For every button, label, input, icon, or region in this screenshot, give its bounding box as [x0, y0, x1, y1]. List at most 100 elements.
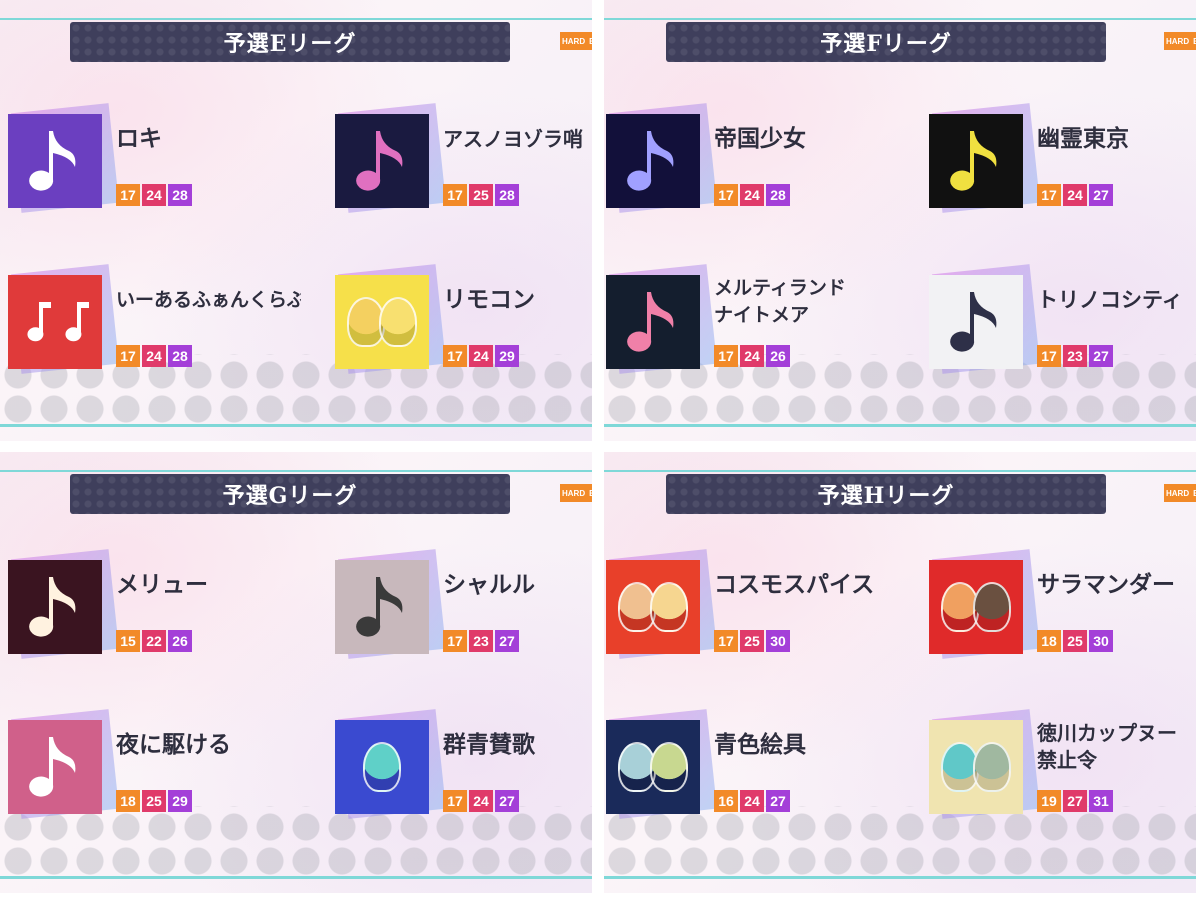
music-note-icon — [627, 292, 674, 352]
level-hard: 17 — [714, 345, 738, 367]
level-master: 27 — [1089, 345, 1113, 367]
song-title: リモコン — [443, 287, 535, 313]
song-title: 青色絵具 — [714, 732, 806, 758]
song-card[interactable]: トリノコシティ 17 23 27 — [929, 264, 1196, 385]
song-jacket — [929, 720, 1023, 814]
level-master: 27 — [1089, 184, 1113, 206]
music-note-icon — [29, 131, 76, 191]
song-jacket — [8, 275, 102, 369]
level-badges: 17 24 28 — [116, 184, 192, 206]
song-card[interactable]: リモコン 17 24 29 — [335, 264, 592, 385]
character-avatar — [363, 742, 401, 792]
difficulty-tag: HARD E — [560, 484, 592, 502]
song-card[interactable]: 青色絵具 16 24 27 — [606, 709, 876, 830]
league-title: 予選Gリーグ — [70, 474, 510, 514]
level-expert: 24 — [469, 790, 493, 812]
level-badges: 17 25 28 — [443, 184, 519, 206]
song-jacket — [8, 114, 102, 208]
song-jacket — [8, 720, 102, 814]
level-hard: 16 — [714, 790, 738, 812]
song-jacket — [606, 114, 700, 208]
song-title: アスノヨゾラ哨 — [443, 127, 583, 151]
difficulty-tag: HARD E — [1164, 32, 1196, 50]
level-hard: 17 — [443, 630, 467, 652]
league-title: 予選Fリーグ — [666, 22, 1106, 62]
level-hard: 18 — [1037, 630, 1061, 652]
level-hard: 17 — [1037, 345, 1061, 367]
song-jacket — [606, 560, 700, 654]
level-badges: 17 24 27 — [443, 790, 519, 812]
song-card[interactable]: コスモスパイス 17 25 30 — [606, 549, 876, 670]
song-title: 幽霊東京 — [1037, 126, 1129, 152]
level-expert: 25 — [469, 184, 493, 206]
song-card[interactable]: 群青賛歌 17 24 27 — [335, 709, 592, 830]
song-card[interactable]: 幽霊東京 17 24 27 — [929, 103, 1196, 224]
level-hard: 17 — [443, 790, 467, 812]
level-expert: 24 — [1063, 184, 1087, 206]
level-master: 31 — [1089, 790, 1113, 812]
song-title: メルティランド ナイトメア — [714, 277, 846, 326]
level-expert: 24 — [469, 345, 493, 367]
character-avatar — [379, 297, 417, 347]
level-expert: 25 — [142, 790, 166, 812]
level-master: 28 — [495, 184, 519, 206]
level-hard: 17 — [714, 630, 738, 652]
level-expert: 24 — [740, 790, 764, 812]
song-jacket — [606, 720, 700, 814]
level-master: 30 — [1089, 630, 1113, 652]
music-notes-icon — [27, 302, 89, 342]
bottom-accent-line — [604, 424, 1196, 427]
song-title: コスモスパイス — [714, 572, 875, 598]
song-card[interactable]: アスノヨゾラ哨 17 25 28 — [335, 103, 592, 224]
song-card[interactable]: いーあるふぁんくらぶ 17 24 28 — [8, 264, 301, 385]
level-expert: 24 — [142, 184, 166, 206]
song-title: サラマンダー — [1037, 572, 1175, 598]
song-card[interactable]: シャルル 17 23 27 — [335, 549, 592, 670]
song-jacket — [606, 275, 700, 369]
song-title: 群青賛歌 — [443, 732, 535, 758]
league-panel-g: 予選Gリーグ HARD E メリュー 15 22 26 シャルル 17 23 27… — [0, 452, 592, 893]
league-panel-h: 予選Hリーグ HARD E コスモスパイス 17 25 30 サラマンダー 18 … — [604, 452, 1196, 893]
level-badges: 17 24 29 — [443, 345, 519, 367]
level-expert: 27 — [1063, 790, 1087, 812]
level-expert: 23 — [469, 630, 493, 652]
song-title: トリノコシティ — [1037, 288, 1183, 312]
bottom-accent-line — [604, 876, 1196, 879]
level-badges: 17 23 27 — [1037, 345, 1113, 367]
song-card[interactable]: ロキ 17 24 28 — [8, 103, 278, 224]
song-title: いーあるふぁんくらぶ — [116, 289, 301, 311]
music-note-icon — [29, 737, 76, 797]
level-badges: 17 25 30 — [714, 630, 790, 652]
level-master: 26 — [168, 630, 192, 652]
level-badges: 16 24 27 — [714, 790, 790, 812]
character-avatar — [973, 742, 1011, 792]
song-title: メリュー — [116, 572, 208, 598]
song-jacket — [335, 720, 429, 814]
level-master: 27 — [495, 790, 519, 812]
music-note-icon — [950, 131, 997, 191]
league-title: 予選Eリーグ — [70, 22, 510, 62]
song-card[interactable]: 帝国少女 17 24 28 — [606, 103, 876, 224]
song-title: ロキ — [116, 126, 162, 152]
level-master: 26 — [766, 345, 790, 367]
difficulty-tag: HARD E — [1164, 484, 1196, 502]
level-master: 27 — [766, 790, 790, 812]
level-badges: 17 23 27 — [443, 630, 519, 652]
level-hard: 17 — [116, 345, 140, 367]
level-master: 28 — [168, 184, 192, 206]
song-card[interactable]: 徳川カップヌー 禁止令 19 27 31 — [929, 709, 1196, 830]
level-badges: 17 24 26 — [714, 345, 790, 367]
song-card[interactable]: サラマンダー 18 25 30 — [929, 549, 1196, 670]
music-note-icon — [950, 292, 997, 352]
level-expert: 24 — [740, 345, 764, 367]
song-card[interactable]: 夜に駆ける 18 25 29 — [8, 709, 278, 830]
song-card[interactable]: メリュー 15 22 26 — [8, 549, 278, 670]
level-badges: 18 25 30 — [1037, 630, 1113, 652]
level-expert: 25 — [1063, 630, 1087, 652]
song-card[interactable]: メルティランド ナイトメア 17 24 26 — [606, 264, 876, 385]
level-expert: 24 — [142, 345, 166, 367]
music-note-icon — [627, 131, 674, 191]
character-avatar — [973, 582, 1011, 632]
level-master: 28 — [168, 345, 192, 367]
music-note-icon — [356, 131, 403, 191]
